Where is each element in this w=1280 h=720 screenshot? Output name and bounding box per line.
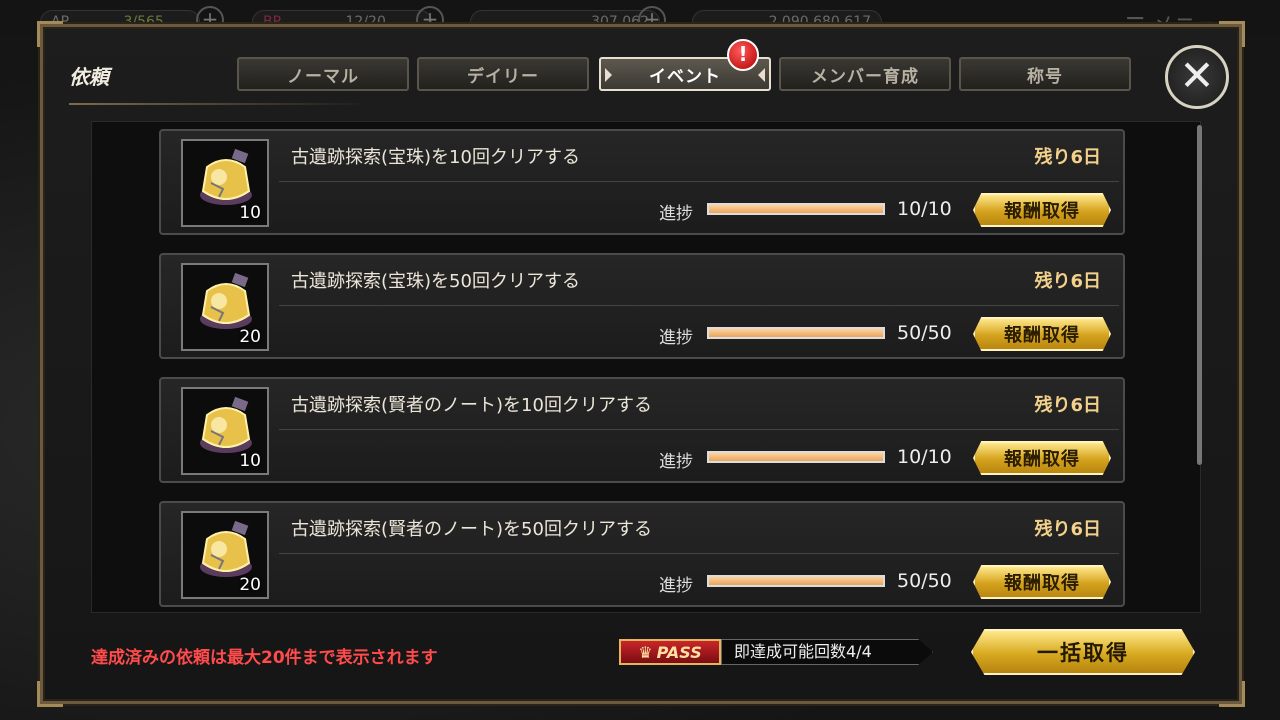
instant-complete-count: 即達成可能回数4/4	[721, 639, 933, 665]
card-divider	[279, 553, 1119, 554]
card-divider	[279, 429, 1119, 430]
progress-value: 50/50	[897, 322, 952, 344]
item-count: 20	[239, 327, 261, 347]
frame-corner	[1219, 21, 1245, 47]
card-divider	[279, 181, 1119, 182]
title-divider	[69, 103, 369, 105]
scrollbar[interactable]	[1197, 125, 1202, 465]
claim-reward-button[interactable]: 報酬取得	[973, 565, 1111, 599]
quest-card: 10 古遺跡探索(宝珠)を10回クリアする 残り6日 進捗 10/10 報酬取得	[159, 129, 1125, 235]
quest-card: 20 古遺跡探索(賢者のノート)を50回クリアする 残り6日 進捗 50/50 …	[159, 501, 1125, 607]
quest-description: 古遺跡探索(賢者のノート)を50回クリアする	[291, 519, 652, 540]
reward-item[interactable]: 20	[181, 511, 269, 599]
crown-icon: ♛	[638, 642, 653, 662]
quest-card: 10 古遺跡探索(賢者のノート)を10回クリアする 残り6日 進捗 10/10 …	[159, 377, 1125, 483]
tab-member-training[interactable]: メンバー育成	[779, 57, 951, 91]
progress-fill	[709, 577, 883, 585]
progress-fill	[709, 205, 883, 213]
progress-fill	[709, 453, 883, 461]
reward-item[interactable]: 10	[181, 387, 269, 475]
progress-bar	[707, 451, 885, 463]
remaining-days: 残り6日	[1034, 395, 1101, 416]
frame-corner	[37, 21, 63, 47]
claim-all-button[interactable]: 一括取得	[971, 629, 1195, 675]
progress-label: 進捗	[659, 452, 693, 472]
progress-bar	[707, 203, 885, 215]
reward-item[interactable]: 20	[181, 263, 269, 351]
claim-reward-button[interactable]: 報酬取得	[973, 441, 1111, 475]
tab-daily[interactable]: デイリー	[417, 57, 589, 91]
quest-description: 古遺跡探索(賢者のノート)を10回クリアする	[291, 395, 652, 416]
quest-description: 古遺跡探索(宝珠)を10回クリアする	[291, 147, 580, 168]
claim-reward-button[interactable]: 報酬取得	[973, 317, 1111, 351]
tab-normal[interactable]: ノーマル	[237, 57, 409, 91]
progress-label: 進捗	[659, 328, 693, 348]
item-count: 10	[239, 203, 261, 223]
item-count: 10	[239, 451, 261, 471]
progress-value: 10/10	[897, 198, 952, 220]
frame-corner	[37, 681, 63, 707]
reward-item[interactable]: 10	[181, 139, 269, 227]
progress-label: 進捗	[659, 204, 693, 224]
progress-bar	[707, 575, 885, 587]
progress-value: 10/10	[897, 446, 952, 468]
progress-label: 進捗	[659, 576, 693, 596]
quest-modal: 依頼 ノーマル デイリー イベント メンバー育成 称号 ! ✕ 10 古遺跡探索…	[37, 21, 1245, 707]
claim-reward-button[interactable]: 報酬取得	[973, 193, 1111, 227]
remaining-days: 残り6日	[1034, 271, 1101, 292]
tab-title[interactable]: 称号	[959, 57, 1131, 91]
close-icon: ✕	[1179, 51, 1215, 100]
frame-corner	[1219, 681, 1245, 707]
progress-bar	[707, 327, 885, 339]
remaining-days: 残り6日	[1034, 147, 1101, 168]
item-count: 20	[239, 575, 261, 595]
alert-icon: !	[727, 39, 759, 71]
quest-description: 古遺跡探索(宝珠)を50回クリアする	[291, 271, 580, 292]
quest-card: 20 古遺跡探索(宝珠)を50回クリアする 残り6日 進捗 50/50 報酬取得	[159, 253, 1125, 359]
modal-title: 依頼	[69, 65, 109, 89]
remaining-days: 残り6日	[1034, 519, 1101, 540]
progress-fill	[709, 329, 883, 337]
close-button[interactable]: ✕	[1165, 45, 1229, 109]
progress-value: 50/50	[897, 570, 952, 592]
pass-badge: ♛ PASS	[619, 639, 721, 665]
display-limit-notice: 達成済みの依頼は最大20件まで表示されます	[91, 648, 438, 668]
card-divider	[279, 305, 1119, 306]
